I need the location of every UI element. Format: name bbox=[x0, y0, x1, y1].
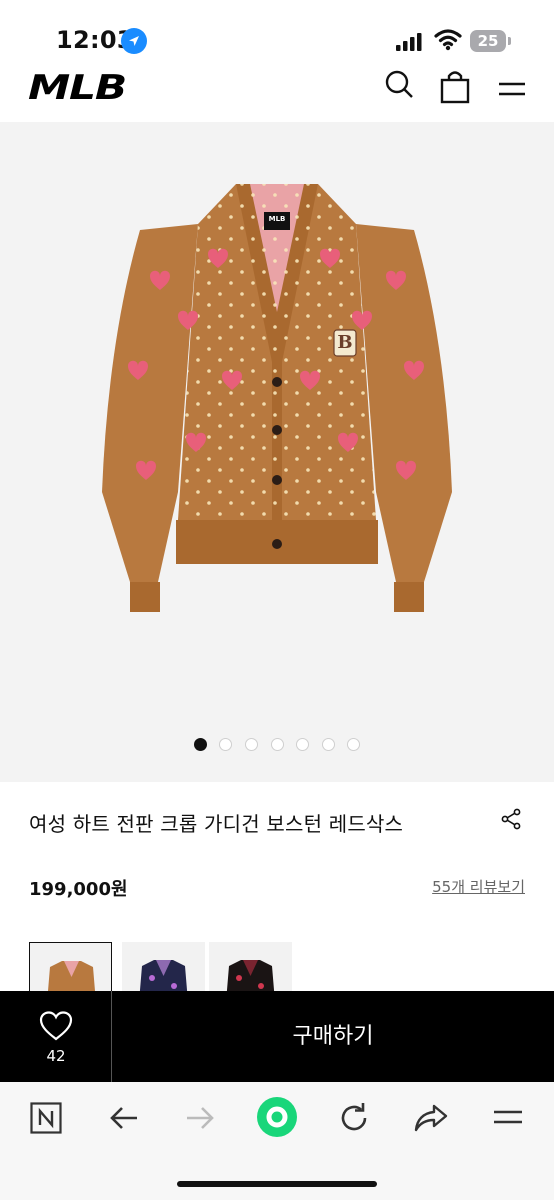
pagination-dot[interactable] bbox=[219, 738, 233, 751]
wishlist-button[interactable]: 42 bbox=[0, 991, 112, 1082]
pagination-dot[interactable] bbox=[193, 738, 207, 751]
share-arrow-icon[interactable] bbox=[414, 1102, 448, 1134]
battery-indicator: 25 bbox=[470, 30, 506, 52]
forward-arrow-icon[interactable] bbox=[184, 1102, 216, 1134]
search-icon[interactable] bbox=[383, 70, 415, 102]
pagination-dot[interactable] bbox=[321, 738, 335, 751]
gallery-pagination bbox=[0, 738, 554, 754]
location-arrow-icon bbox=[121, 28, 147, 54]
site-header: MLB bbox=[0, 66, 554, 122]
browser-menu-icon[interactable] bbox=[492, 1102, 524, 1134]
cellular-signal-icon bbox=[396, 33, 422, 51]
share-icon[interactable] bbox=[500, 808, 522, 830]
home-green-icon[interactable] bbox=[256, 1096, 298, 1138]
review-link[interactable]: 55개 리뷰보기 bbox=[432, 876, 525, 897]
back-arrow-icon[interactable] bbox=[108, 1102, 140, 1134]
pagination-dot[interactable] bbox=[244, 738, 258, 751]
wishlist-count: 42 bbox=[46, 1047, 66, 1065]
heart-icon bbox=[39, 1011, 73, 1041]
brand-logo[interactable]: MLB bbox=[28, 68, 127, 108]
b-emblem: B bbox=[337, 332, 353, 353]
shopping-bag-icon[interactable] bbox=[440, 70, 470, 104]
buy-button[interactable]: 구매하기 bbox=[112, 991, 554, 1082]
garment-label: MLB bbox=[268, 215, 286, 223]
battery-tip bbox=[508, 37, 511, 45]
product-image-gallery[interactable]: MLB B bbox=[0, 122, 554, 782]
pagination-dot[interactable] bbox=[296, 738, 310, 751]
pagination-dot[interactable] bbox=[347, 738, 361, 751]
product-price: 199,000원 bbox=[29, 879, 128, 900]
home-indicator bbox=[177, 1181, 377, 1187]
purchase-bar: 42 구매하기 bbox=[0, 991, 554, 1082]
refresh-icon[interactable] bbox=[338, 1102, 370, 1134]
product-image bbox=[102, 184, 452, 612]
wifi-icon bbox=[434, 29, 462, 51]
product-title: 여성 하트 전판 크롭 가디건 보스턴 레드삭스 bbox=[29, 812, 404, 836]
naver-n-icon[interactable] bbox=[30, 1102, 62, 1134]
menu-icon[interactable] bbox=[497, 70, 527, 102]
pagination-dot[interactable] bbox=[270, 738, 284, 751]
